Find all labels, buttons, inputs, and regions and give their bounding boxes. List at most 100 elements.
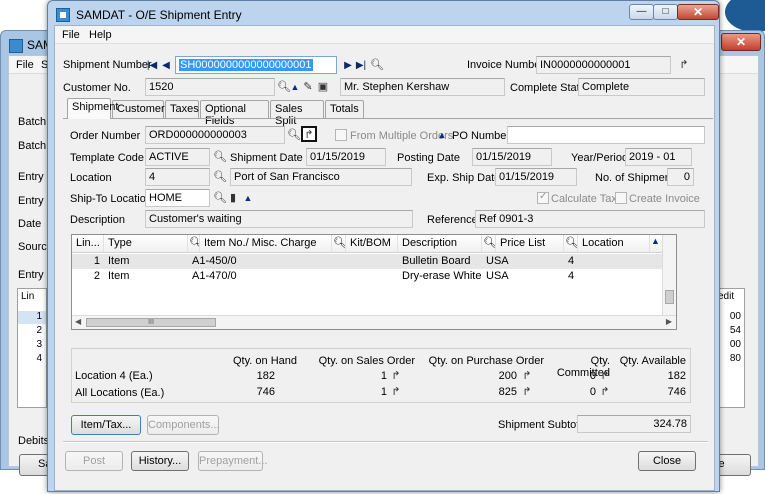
description-field[interactable]: Customer's waiting [145,210,413,228]
template-code-field[interactable]: ACTIVE [145,148,210,166]
scroll-thumb[interactable] [665,290,674,304]
close-button[interactable]: Close [638,451,696,471]
background-menu-file[interactable]: File [16,59,34,71]
zoom-icon[interactable]: ▲ [242,191,254,205]
cell-item: A1-450/0 [192,255,237,267]
detail-grid[interactable]: Lin... Type 🔍︎ Item No./ Misc. Charge 🔍︎… [71,234,677,330]
drilldown-icon[interactable]: ↱ [390,369,402,383]
tab-taxes[interactable]: Taxes [165,100,199,118]
tab-sales-split[interactable]: Sales Split [270,100,324,127]
document-icon[interactable]: ▮ [227,191,239,205]
background-grid-row[interactable]: 1 [18,311,46,324]
exp-ship-date-field[interactable]: 01/15/2019 [495,168,577,186]
app-icon [9,39,23,53]
year-period-field[interactable]: 2019 - 01 [625,148,692,166]
grid-header-search[interactable]: 🔍︎ [188,235,200,253]
background-grid-row[interactable]: 2 [18,325,46,336]
document-icon[interactable]: ▣ [317,80,329,94]
cell-line: 1 [93,255,100,267]
grid-header-line[interactable]: Lin... [72,235,104,253]
template-code-label: Template Code [70,152,144,164]
table-row[interactable]: 2 Item A1-470/0 Dry-erase White ... USA … [72,269,662,284]
cell-item: A1-470/0 [192,270,237,282]
divider [63,441,708,443]
drilldown-icon[interactable]: ↱ [390,385,402,399]
reference-field[interactable]: Ref 0901-3 [475,210,705,228]
zoom-icon[interactable]: ▲ [289,80,301,94]
tab-strip: Shipment Customer Taxes Optional Fields … [67,98,364,127]
background-grid[interactable]: Lin 1 2 3 4 [17,288,47,408]
history-button[interactable]: History... [131,451,189,471]
previous-record-icon[interactable]: ◀ [160,59,172,73]
grid-horizontal-scrollbar[interactable]: ◀ III ▶ [72,315,676,329]
window-client: File Help Shipment Number |◀ ◀ SH0000000… [54,25,715,491]
tab-optional-fields[interactable]: Optional Fields [200,100,269,127]
grid-header-type[interactable]: Type [104,235,188,253]
components-button[interactable]: Components... [147,415,220,435]
ship-to-location-label: Ship-To Location [70,193,152,205]
item-tax-button[interactable]: Item/Tax... [71,415,141,435]
shipment-number-input[interactable]: SH0000000000000000001 [175,56,337,74]
customer-no-field[interactable]: 1520 [145,78,275,96]
search-icon[interactable]: 🔍︎ [277,80,291,94]
background-close-button[interactable]: ✕ [721,33,761,51]
minimize-button[interactable]: — [629,4,654,20]
grid-header-search[interactable]: 🔍︎ [332,235,346,253]
scroll-thumb[interactable]: III [86,318,216,327]
grid-vertical-scrollbar[interactable] [662,235,676,315]
po-number-input[interactable] [507,126,705,144]
drilldown-icon[interactable]: ↱ [521,369,533,383]
order-drilldown-button[interactable]: ↱ [301,126,317,142]
drilldown-icon[interactable]: ↱ [521,385,533,399]
order-number-field[interactable]: ORD000000000003 [145,126,285,144]
table-row[interactable]: 1 Item A1-450/0 Bulletin Board USA 4 [72,254,662,269]
grid-header-item[interactable]: Item No./ Misc. Charge [200,235,332,253]
edit-icon[interactable]: ✎ [302,80,314,94]
maximize-button[interactable]: □ [653,4,678,20]
first-record-icon[interactable]: |◀ [146,59,158,73]
close-window-button[interactable]: ✕ [677,4,719,20]
grid-header-kit-bom[interactable]: Kit/BOM [346,235,398,253]
search-icon[interactable]: 🔍︎ [213,170,227,184]
scroll-right-arrow[interactable]: ▶ [666,317,672,326]
search-icon[interactable]: 🔍︎ [213,191,227,205]
scroll-left-arrow[interactable]: ◀ [75,317,81,326]
zoom-icon[interactable]: ▲ [436,128,448,142]
location-field[interactable]: 4 [145,168,210,186]
tab-customer[interactable]: Customer [112,100,165,118]
posting-date-field[interactable]: 01/15/2019 [472,148,552,166]
search-icon[interactable]: 🔍︎ [213,150,227,164]
background-grid-row[interactable]: 3 [18,339,46,350]
shipment-entry-window[interactable]: SAMDAT - O/E Shipment Entry — □ ✕ File H… [47,0,720,492]
summary-value: 0 [589,370,596,382]
background-right-value: 00 [729,311,741,322]
next-record-icon[interactable]: ▶ [342,59,354,73]
cell-type: Item [108,270,130,282]
last-record-icon[interactable]: ▶| [355,59,367,73]
ship-to-location-input[interactable]: HOME [145,189,210,207]
calculate-tax-checkbox[interactable] [537,191,549,204]
shipment-subtotal-label: Shipment Subtotal [498,419,588,431]
grid-header-price-list[interactable]: Price List [496,235,564,253]
search-icon: 🔍︎ [189,237,199,249]
shipment-date-field[interactable]: 01/15/2019 [306,148,386,166]
search-icon[interactable]: 🔍︎ [370,58,384,72]
tab-shipment[interactable]: Shipment [67,98,118,119]
search-icon[interactable]: 🔍︎ [287,128,301,142]
drilldown-icon[interactable]: ↱ [678,58,690,72]
prepayment-button[interactable]: Prepayment... [198,451,267,471]
post-button[interactable]: Post [65,451,123,471]
menu-help[interactable]: Help [89,29,112,41]
tab-totals[interactable]: Totals [325,100,364,118]
grid-header-location[interactable]: Location [578,235,650,253]
order-number-label: Order Number [70,130,141,142]
from-multiple-orders-checkbox[interactable] [335,129,347,141]
summary-value: 746 [667,386,686,398]
grid-header-description[interactable]: Description [398,235,482,253]
background-grid-row[interactable]: 4 [18,353,46,364]
grid-header-search[interactable]: 🔍︎ [564,235,578,253]
menu-file[interactable]: File [62,29,80,41]
grid-header-search[interactable]: 🔍︎ [482,235,496,253]
summary-value: 1 [380,386,387,398]
create-invoice-checkbox[interactable] [615,192,627,204]
